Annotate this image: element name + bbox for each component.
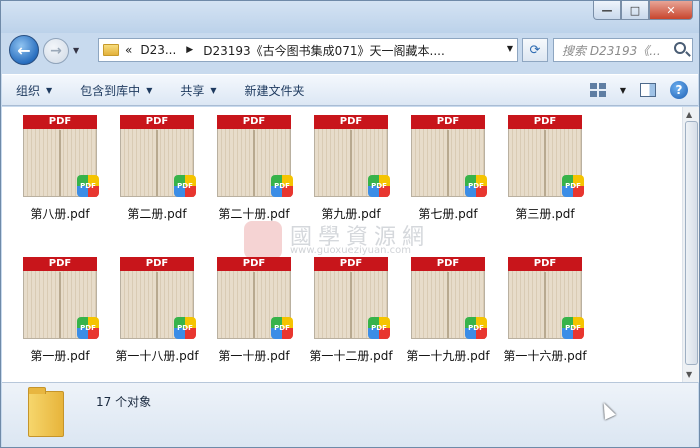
search-input[interactable]: 搜索 D23193《... — [553, 38, 693, 62]
folder-icon — [28, 387, 64, 437]
pdf-app-icon: PDF — [174, 175, 196, 197]
pdf-app-icon: PDF — [562, 175, 584, 197]
new-folder-label: 新建文件夹 — [244, 83, 305, 98]
vertical-scrollbar[interactable]: ▲ ▼ — [682, 107, 699, 382]
include-in-library-menu[interactable]: 包含到库中 ▼ — [66, 75, 166, 105]
pdf-app-icon: PDF — [271, 317, 293, 339]
pdf-thumbnail: PDF PDF — [120, 257, 196, 339]
file-name: 第一十六册.pdf — [503, 349, 587, 363]
pdf-thumbnail: PDF PDF — [23, 115, 99, 197]
address-dropdown-icon[interactable]: ▼ — [507, 44, 513, 53]
caption-buttons: — □ ✕ — [593, 1, 693, 21]
organize-label: 组织 — [16, 83, 41, 98]
file-item[interactable]: PDF PDF 第一十二册.pdf — [293, 249, 393, 369]
pdf-app-icon: PDF — [174, 317, 196, 339]
help-icon[interactable]: ? — [670, 81, 688, 99]
pdf-label: PDF — [23, 257, 97, 271]
file-item[interactable]: PDF PDF 第三册.pdf — [487, 107, 584, 227]
pdf-thumbnail: PDF PDF — [411, 257, 487, 339]
view-dropdown-icon[interactable]: ▼ — [620, 86, 626, 95]
file-item[interactable]: PDF PDF 第七册.pdf — [390, 107, 487, 227]
pdf-label: PDF — [23, 115, 97, 129]
preview-pane-icon[interactable] — [640, 83, 656, 97]
forward-arrow-icon: → — [50, 43, 62, 59]
file-item[interactable]: PDF PDF 第九册.pdf — [293, 107, 390, 227]
view-controls: ▼ ? — [589, 81, 688, 99]
command-bar: 组织 ▼ 包含到库中 ▼ 共享 ▼ 新建文件夹 ▼ ? — [2, 74, 698, 106]
new-folder-button[interactable]: 新建文件夹 — [231, 75, 319, 105]
address-overflow-chevron[interactable]: « — [125, 43, 132, 57]
refresh-button[interactable]: ⟳ — [522, 38, 548, 62]
item-count: 17 个对象 — [96, 395, 152, 409]
pdf-app-icon: PDF — [562, 317, 584, 339]
back-arrow-icon: ← — [17, 40, 31, 60]
close-button[interactable]: ✕ — [649, 1, 693, 20]
details-pane: 17 个对象 — [2, 382, 698, 447]
file-list[interactable]: 國學資源網 www.guoxueziyuan.com PDF PDF 第八册.pdf… — [2, 107, 682, 382]
pdf-app-icon: PDF — [77, 317, 99, 339]
file-item[interactable]: PDF PDF 第八册.pdf — [2, 107, 99, 227]
pdf-thumbnail: PDF PDF — [314, 115, 390, 197]
file-item[interactable]: PDF PDF 第一册.pdf — [2, 249, 99, 369]
pdf-app-icon: PDF — [368, 175, 390, 197]
view-options-icon[interactable] — [589, 83, 606, 97]
pdf-app-icon: PDF — [465, 175, 487, 197]
file-item[interactable]: PDF PDF 第一十八册.pdf — [99, 249, 199, 369]
breadcrumb-item[interactable]: D23193《古今图书集成071》天一阁藏本.... — [203, 42, 445, 59]
address-bar[interactable]: « D23... ▶ D23193《古今图书集成071》天一阁藏本.... ▼ — [98, 38, 518, 62]
minimize-button[interactable]: — — [593, 1, 621, 20]
back-button[interactable]: ← — [9, 35, 39, 65]
chevron-down-icon: ▼ — [46, 85, 53, 95]
pdf-thumbnail: PDF PDF — [120, 115, 196, 197]
pdf-app-icon: PDF — [368, 317, 390, 339]
file-item[interactable]: PDF PDF 第一十九册.pdf — [390, 249, 490, 369]
pdf-label: PDF — [120, 115, 194, 129]
scrollbar-thumb[interactable] — [685, 121, 698, 365]
pdf-label: PDF — [217, 257, 291, 271]
title-bar: — □ ✕ — [1, 1, 699, 33]
folder-icon — [103, 44, 119, 56]
chevron-down-icon: ▼ — [146, 85, 153, 95]
search-placeholder: 搜索 D23193《... — [562, 43, 661, 58]
pdf-thumbnail: PDF PDF — [217, 115, 293, 197]
refresh-icon: ⟳ — [529, 42, 541, 58]
pdf-thumbnail: PDF PDF — [508, 115, 584, 197]
scroll-up-icon[interactable]: ▲ — [686, 110, 692, 119]
pdf-label: PDF — [314, 115, 388, 129]
explorer-window: — □ ✕ ← → ▼ « D23... ▶ D23193《古今图书集成071》… — [0, 0, 700, 448]
pdf-label: PDF — [120, 257, 194, 271]
pdf-app-icon: PDF — [465, 317, 487, 339]
breadcrumb-item[interactable]: D23... — [140, 43, 176, 57]
file-name: 第三册.pdf — [515, 207, 575, 221]
file-item[interactable]: PDF PDF 第二册.pdf — [99, 107, 196, 227]
breadcrumb-separator-icon[interactable]: ▶ — [186, 45, 193, 55]
recent-pages-dropdown[interactable]: ▼ — [73, 46, 79, 55]
pdf-label: PDF — [508, 257, 582, 271]
pdf-label: PDF — [217, 115, 291, 129]
search-icon[interactable] — [674, 42, 686, 54]
pdf-label: PDF — [508, 115, 582, 129]
pdf-thumbnail: PDF PDF — [217, 257, 293, 339]
file-item[interactable]: PDF PDF 第一十册.pdf — [196, 249, 293, 369]
pdf-thumbnail: PDF PDF — [411, 115, 487, 197]
share-menu[interactable]: 共享 ▼ — [166, 75, 230, 105]
pdf-label: PDF — [314, 257, 388, 271]
pdf-thumbnail: PDF PDF — [314, 257, 390, 339]
pdf-label: PDF — [411, 257, 485, 271]
pdf-label: PDF — [411, 115, 485, 129]
pdf-app-icon: PDF — [77, 175, 99, 197]
organize-menu[interactable]: 组织 ▼ — [2, 75, 66, 105]
forward-button[interactable]: → — [43, 38, 69, 64]
file-item[interactable]: PDF PDF 第一十六册.pdf — [487, 249, 587, 369]
pdf-app-icon: PDF — [271, 175, 293, 197]
include-in-library-label: 包含到库中 — [80, 83, 141, 98]
pdf-thumbnail: PDF PDF — [508, 257, 584, 339]
maximize-button[interactable]: □ — [621, 1, 649, 20]
navigation-bar: ← → ▼ « D23... ▶ D23193《古今图书集成071》天一阁藏本.… — [1, 33, 699, 69]
file-item[interactable]: PDF PDF 第二十册.pdf — [196, 107, 293, 227]
pdf-thumbnail: PDF PDF — [23, 257, 99, 339]
chevron-down-icon: ▼ — [210, 85, 217, 95]
scroll-down-icon[interactable]: ▼ — [686, 370, 692, 379]
share-label: 共享 — [180, 83, 205, 98]
